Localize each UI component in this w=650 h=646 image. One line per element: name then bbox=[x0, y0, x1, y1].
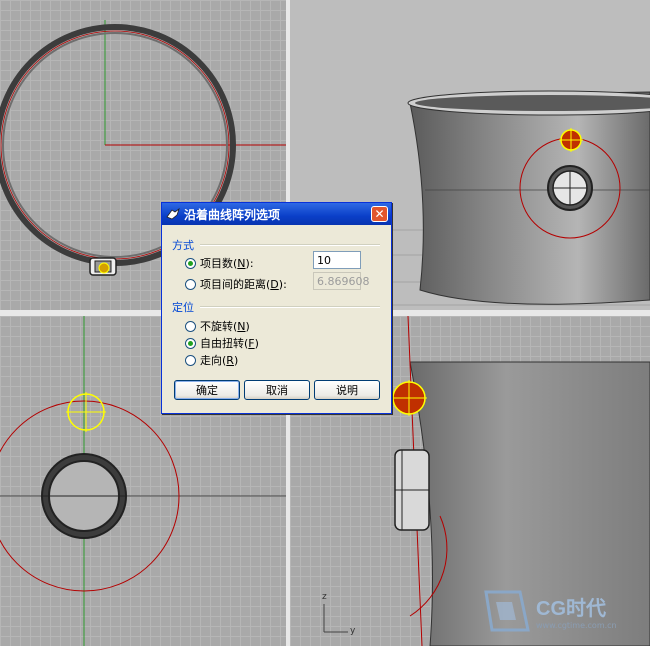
radio-roadlike-label: 走向(R) bbox=[200, 354, 239, 367]
watermark-logo: CG时代 www.cgtime.com.cn bbox=[482, 588, 617, 634]
radio-freeform-indicator[interactable] bbox=[185, 337, 196, 349]
radio-item-distance[interactable]: 项目间的距离(D): bbox=[185, 276, 287, 292]
radio-no-rotate-label: 不旋转(N) bbox=[200, 320, 250, 333]
rhino-app-icon bbox=[166, 207, 180, 220]
array-along-curve-dialog: 沿着曲线阵列选项 ✕ 方式 项目数(N): 10 项目间的距离(D): 6.86… bbox=[161, 202, 392, 414]
ok-button[interactable]: 确定 bbox=[174, 380, 240, 400]
help-button[interactable]: 说明 bbox=[314, 380, 380, 400]
watermark-url: www.cgtime.com.cn bbox=[536, 621, 617, 630]
radio-item-count[interactable]: 项目数(N): bbox=[185, 255, 254, 271]
close-button[interactable]: ✕ bbox=[371, 206, 388, 222]
radio-freeform-label: 自由扭转(F) bbox=[200, 337, 259, 350]
cg-logo-icon bbox=[484, 590, 530, 632]
cancel-button[interactable]: 取消 bbox=[244, 380, 310, 400]
group-method-title: 方式 bbox=[172, 239, 194, 252]
axis-label-z: z bbox=[322, 592, 327, 602]
group-orient-divider bbox=[200, 306, 380, 308]
close-icon: ✕ bbox=[374, 207, 385, 221]
radio-roadlike-indicator[interactable] bbox=[185, 354, 196, 366]
radio-count-label: 项目数(N): bbox=[200, 257, 254, 270]
radio-count-indicator[interactable] bbox=[185, 257, 196, 269]
item-distance-input[interactable]: 6.869608 bbox=[313, 272, 370, 290]
axis-label-y: y bbox=[350, 626, 356, 636]
radio-freeform[interactable]: 自由扭转(F) bbox=[185, 335, 259, 351]
radio-roadlike[interactable]: 走向(R) bbox=[185, 352, 238, 368]
radio-no-rotate-indicator[interactable] bbox=[185, 320, 196, 332]
radio-distance-indicator[interactable] bbox=[185, 278, 196, 290]
radio-distance-label: 项目间的距离(D): bbox=[200, 278, 287, 291]
group-orient-title: 定位 bbox=[172, 301, 194, 314]
watermark-brand: CG时代 bbox=[536, 598, 606, 620]
dialog-title: 沿着曲线阵列选项 bbox=[184, 207, 281, 222]
item-count-input[interactable]: 10 bbox=[313, 251, 361, 269]
dialog-titlebar[interactable]: 沿着曲线阵列选项 ✕ bbox=[162, 203, 391, 225]
group-method-divider bbox=[200, 244, 380, 246]
radio-no-rotate[interactable]: 不旋转(N) bbox=[185, 318, 250, 334]
